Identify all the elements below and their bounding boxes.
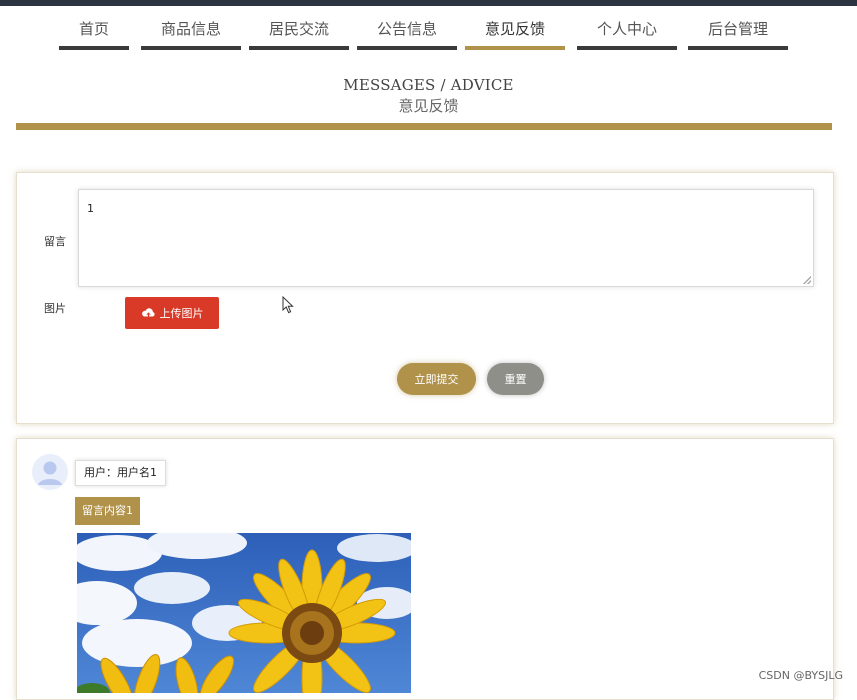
message-text: 1 <box>87 202 94 215</box>
heading-divider <box>16 123 832 130</box>
nav-item-label: 意见反馈 <box>484 20 545 38</box>
reset-button-label: 重置 <box>504 373 527 386</box>
submit-button[interactable]: 立即提交 <box>397 363 476 395</box>
nav-item-label: 公告信息 <box>376 20 437 38</box>
nav-item-profile[interactable]: 个人中心 <box>577 14 677 50</box>
heading-chinese: 意见反馈 <box>398 97 459 115</box>
nav-item-products[interactable]: 商品信息 <box>141 14 241 50</box>
nav-underline <box>141 46 241 50</box>
message-label: 留言 <box>44 235 66 248</box>
feedback-form: 留言 1 图片 上传图片 立即提交 重置 <box>16 172 834 424</box>
nav-underline <box>357 46 457 50</box>
nav-item-label: 商品信息 <box>160 20 221 38</box>
nav-underline <box>59 46 129 50</box>
nav-underline <box>577 46 677 50</box>
nav-item-home[interactable]: 首页 <box>59 14 129 50</box>
cloud-upload-icon <box>141 308 155 317</box>
heading-english: MESSAGES / ADVICE <box>343 76 514 94</box>
avatar <box>32 454 68 490</box>
upload-button-label: 上传图片 <box>159 307 204 320</box>
message-list-item: 用户：用户名1 留言内容1 <box>16 438 834 700</box>
section-heading: MESSAGES / ADVICE 意见反馈 <box>0 76 857 116</box>
submit-button-label: 立即提交 <box>414 373 459 386</box>
nav-item-admin[interactable]: 后台管理 <box>688 14 788 50</box>
avatar-icon <box>32 454 68 490</box>
reset-button[interactable]: 重置 <box>487 363 544 395</box>
message-user: 用户：用户名1 <box>75 460 166 486</box>
nav-underline-active <box>465 46 565 50</box>
message-photo <box>77 533 411 693</box>
nav-item-label: 后台管理 <box>707 20 768 38</box>
watermark-text: CSDN @BYSJLG <box>758 669 843 682</box>
image-label: 图片 <box>44 302 66 315</box>
nav-item-notices[interactable]: 公告信息 <box>357 14 457 50</box>
nav-item-label: 首页 <box>78 20 109 38</box>
upload-image-button[interactable]: 上传图片 <box>125 297 219 329</box>
nav-item-label: 居民交流 <box>268 20 329 38</box>
mouse-cursor-icon <box>282 296 294 314</box>
nav-item-feedback[interactable]: 意见反馈 <box>465 14 565 50</box>
main-nav: 首页 商品信息 居民交流 公告信息 意见反馈 个人中心 后台管理 <box>0 6 857 58</box>
message-textarea[interactable]: 1 <box>78 189 814 287</box>
message-content: 留言内容1 <box>75 497 140 525</box>
resize-grip-icon[interactable] <box>803 276 811 284</box>
nav-item-community[interactable]: 居民交流 <box>249 14 349 50</box>
nav-underline <box>688 46 788 50</box>
nav-underline <box>249 46 349 50</box>
nav-item-label: 个人中心 <box>596 20 657 38</box>
sunflower-image <box>77 533 411 693</box>
